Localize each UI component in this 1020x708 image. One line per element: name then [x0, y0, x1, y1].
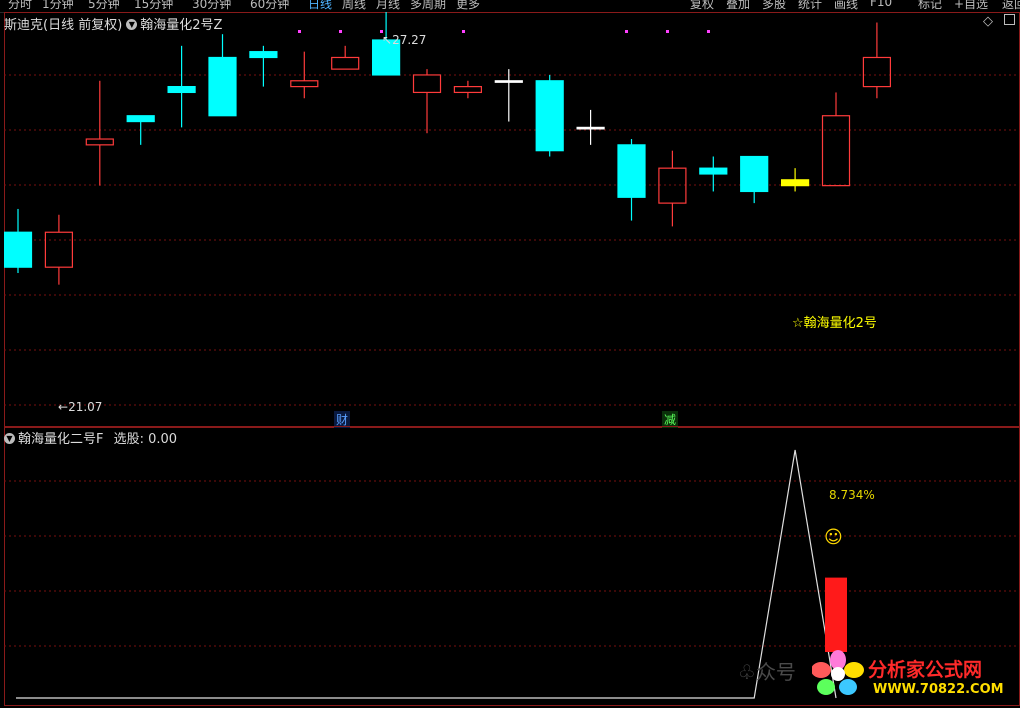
candle-body	[740, 155, 769, 193]
toolbar-item-4[interactable]: 30分钟	[192, 0, 231, 12]
event-marker	[666, 30, 669, 33]
toolbar-item-3[interactable]: 15分钟	[134, 0, 173, 12]
toolbar-right-item-4[interactable]: 画线	[834, 0, 858, 12]
candle	[821, 92, 851, 187]
toolbar-item-9[interactable]: 多周期	[410, 0, 446, 12]
smiley-icon: ☺	[824, 527, 843, 548]
signal-label: ☆翰海量化2号	[792, 316, 877, 331]
wechat-icon: ♧	[738, 660, 756, 684]
toolbar-right-item-2[interactable]: 多股	[762, 0, 786, 12]
percent-label: 8.734%	[829, 488, 875, 502]
event-marker	[339, 30, 342, 33]
brand-name: 分析家公式网	[868, 659, 983, 681]
candle-body	[249, 51, 278, 59]
candle	[617, 139, 646, 221]
candle	[699, 156, 728, 192]
candle-body	[576, 126, 605, 130]
candle-body	[617, 144, 646, 198]
candle-body	[4, 231, 33, 268]
candle-body	[126, 115, 155, 123]
candle	[658, 150, 687, 227]
toolbar-item-10[interactable]: 更多	[456, 0, 480, 12]
candle	[780, 168, 810, 192]
toolbar-right-item-5[interactable]: F10	[870, 0, 892, 9]
candle	[167, 45, 196, 128]
candle	[535, 74, 564, 157]
candle	[494, 69, 523, 122]
event-marker	[625, 30, 628, 33]
candle-body	[494, 80, 523, 83]
toolbar-right-item-6[interactable]: 标记	[918, 0, 942, 12]
toolbar-item-5[interactable]: 60分钟	[250, 0, 289, 12]
brand-logo-icon	[811, 650, 864, 696]
candlestick-chart	[4, 12, 1018, 406]
candle	[44, 214, 74, 285]
event-marker	[462, 30, 465, 33]
indicator-bar	[825, 577, 847, 652]
toolbar-right-item-8[interactable]: 返回	[1002, 0, 1020, 12]
wechat-watermark: ♧众号	[738, 660, 796, 684]
candle	[331, 45, 360, 70]
candle	[85, 80, 114, 186]
toolbar-item-7[interactable]: 周线	[342, 0, 366, 12]
candle-body	[862, 56, 892, 88]
candle	[862, 22, 892, 99]
toolbar-right-item-1[interactable]: 叠加	[726, 0, 750, 12]
toolbar-item-2[interactable]: 5分钟	[88, 0, 120, 12]
candle	[412, 69, 442, 134]
toolbar-item-8[interactable]: 月线	[376, 0, 400, 12]
candle-body	[535, 80, 564, 152]
candle-body	[453, 86, 482, 94]
candle-body	[699, 167, 728, 175]
event-marker	[707, 30, 710, 33]
toolbar-item-1[interactable]: 1分钟	[42, 0, 74, 12]
candle-body	[780, 179, 810, 187]
toolbar-right-item-3[interactable]: 统计	[798, 0, 822, 12]
high-price-label: ↖27.27	[382, 33, 427, 47]
candle-body	[821, 115, 851, 187]
candle	[576, 109, 605, 145]
high-arrow-icon: ↖	[382, 33, 393, 47]
candle	[249, 45, 278, 87]
candle-body	[412, 74, 442, 94]
toolbar-right-item-7[interactable]: +自选	[954, 0, 988, 12]
candle	[740, 155, 769, 204]
candle-body	[44, 231, 74, 268]
candle-body	[331, 56, 360, 70]
candle	[453, 80, 482, 99]
indicator-chart	[4, 449, 1018, 699]
candle-body	[208, 56, 237, 117]
low-price-label: ←21.07	[58, 400, 103, 414]
event-marker	[298, 30, 301, 33]
candle-body	[290, 80, 319, 88]
candle-body	[167, 86, 196, 94]
toolbar-right-item-0[interactable]: 复权	[690, 0, 714, 12]
brand-url: WWW.70822.COM	[873, 682, 1004, 697]
candle-body	[85, 138, 114, 146]
toolbar-item-0[interactable]: 分时	[8, 0, 32, 12]
candle	[208, 34, 237, 117]
candle-body	[658, 167, 687, 204]
toolbar-item-6[interactable]: 日线	[308, 0, 332, 12]
candle	[4, 208, 33, 274]
indicator-line	[16, 449, 837, 699]
low-arrow-icon: ←	[58, 400, 69, 414]
